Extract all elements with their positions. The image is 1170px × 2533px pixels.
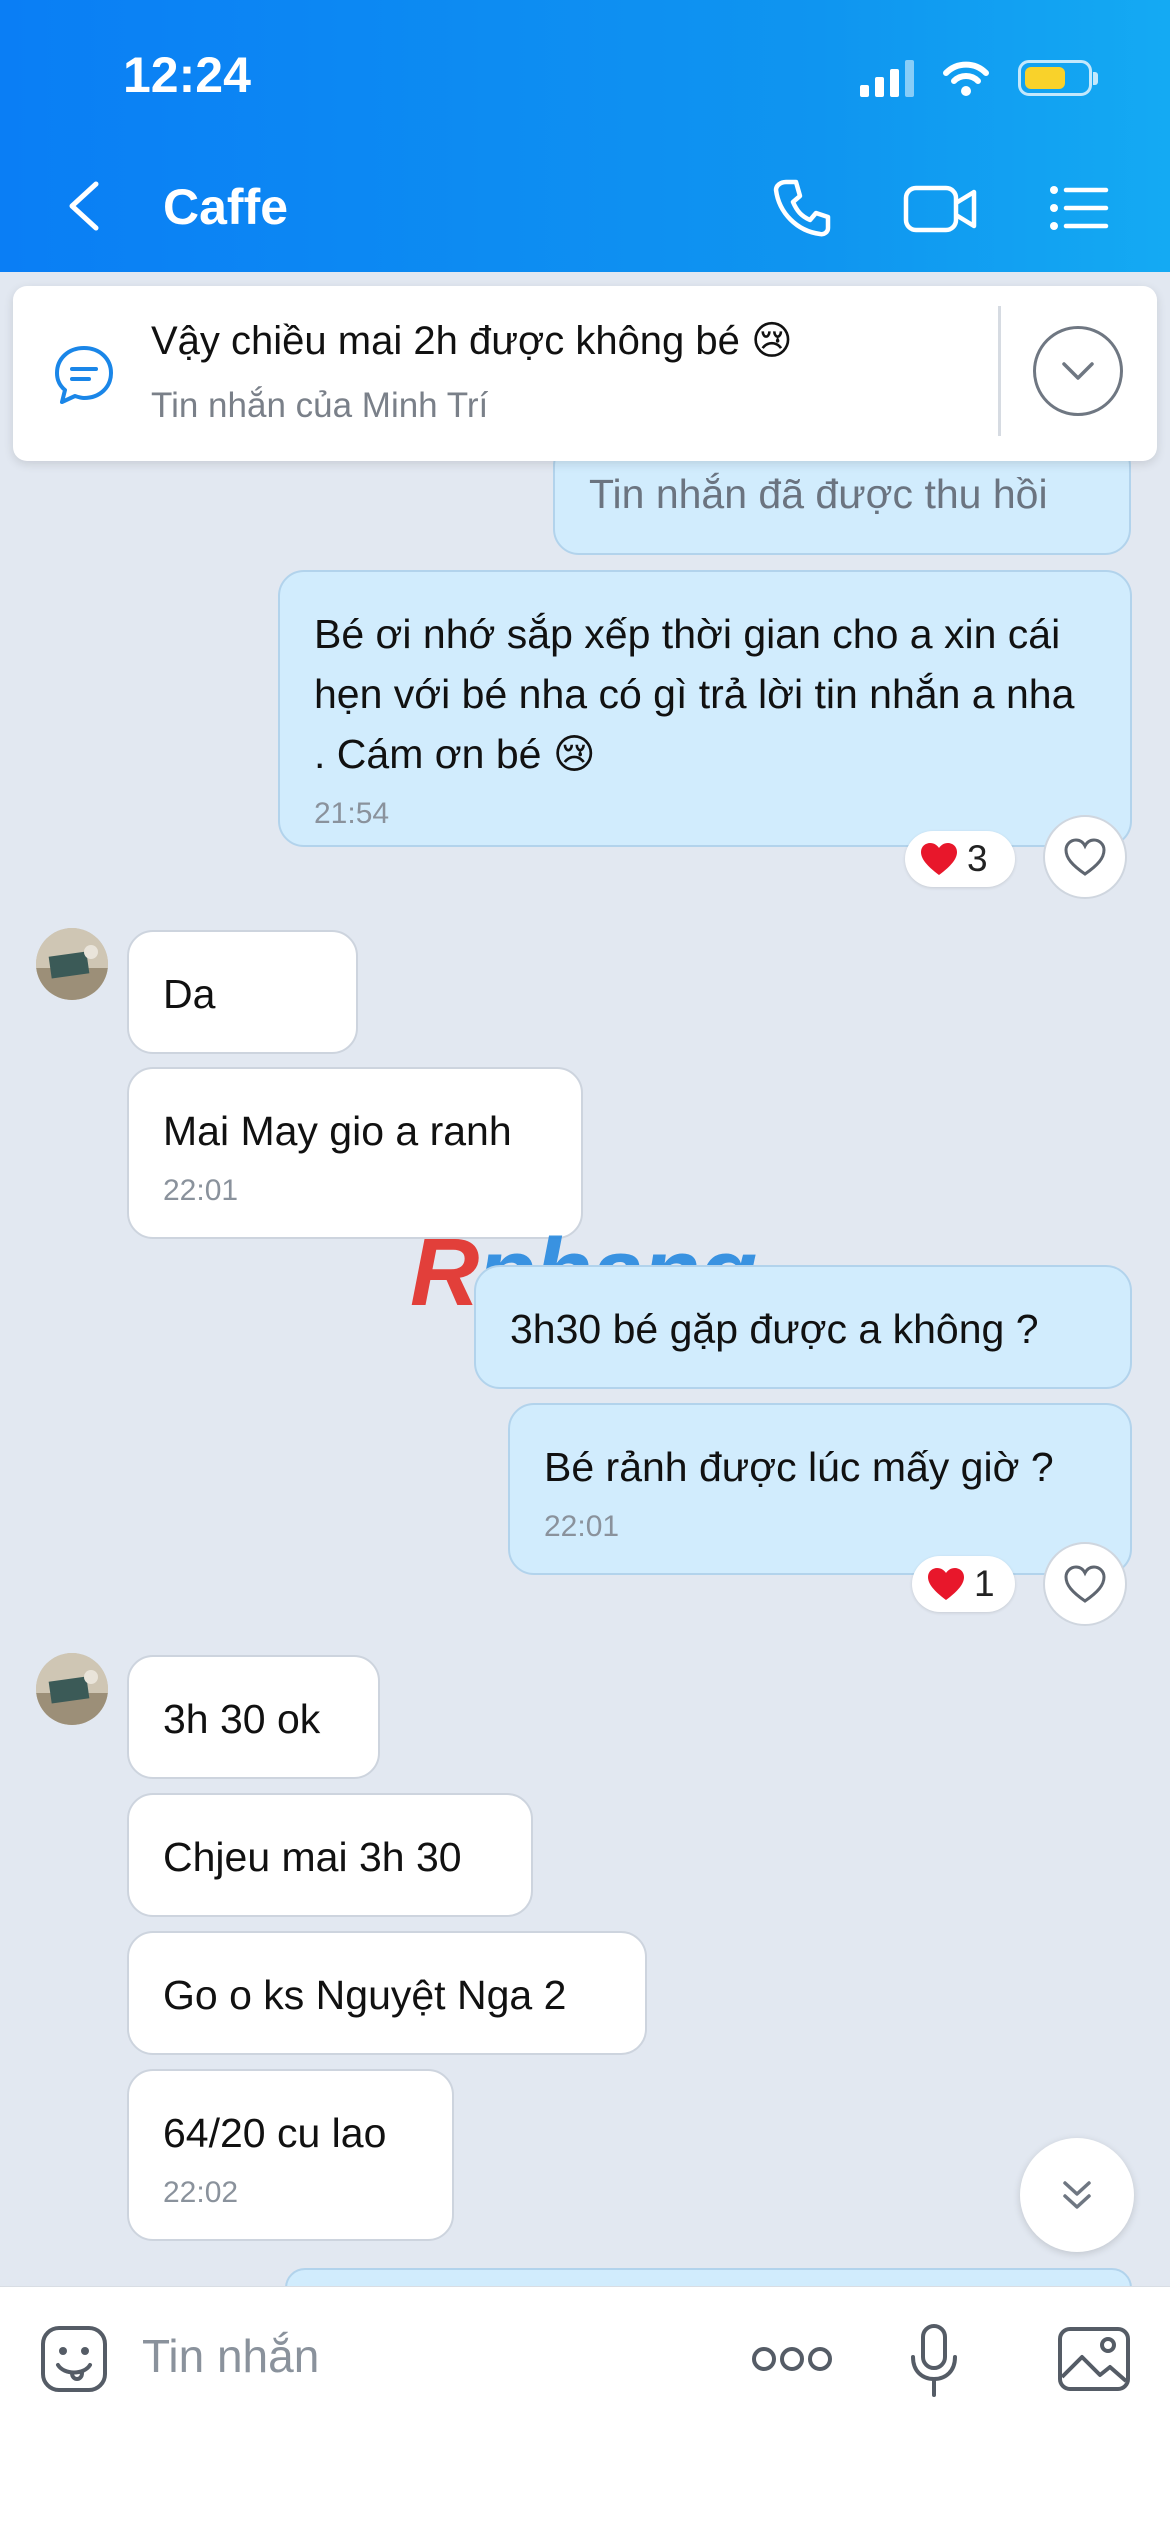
- heart-icon: [1064, 838, 1106, 876]
- microphone-icon[interactable]: [908, 2323, 960, 2399]
- message-text: 3h30 bé gặp được a không ?: [510, 1306, 1039, 1352]
- avatar-image: [36, 928, 108, 1000]
- divider: [998, 306, 1001, 436]
- status-time: 12:24: [123, 47, 251, 103]
- pinned-message-banner[interactable]: Vậy chiều mai 2h được không bé 😢 Tin nhắ…: [13, 286, 1157, 461]
- message-time: 22:01: [163, 1174, 239, 1207]
- message-incoming[interactable]: 64/20 cu lao 22:02: [127, 2069, 454, 2241]
- signal-icon: [860, 59, 914, 97]
- reaction-count: 3: [967, 838, 988, 879]
- collapse-button[interactable]: [1033, 326, 1123, 416]
- phone-icon[interactable]: [770, 176, 834, 240]
- chat-title[interactable]: Caffe: [163, 178, 288, 236]
- message-text: 64/20 cu lao: [163, 2110, 387, 2156]
- pinned-message-text: Vậy chiều mai 2h được không bé 😢: [151, 319, 793, 363]
- wifi-icon: [943, 61, 989, 96]
- heart-icon: [921, 843, 957, 875]
- message-text: Tin nhắn đã được thu hồi: [589, 471, 1048, 517]
- reaction-badge[interactable]: 1: [912, 1556, 1015, 1612]
- message-incoming[interactable]: Da: [127, 930, 358, 1054]
- composer-bar: Tin nhắn: [0, 2286, 1170, 2533]
- avatar-image: [36, 1653, 108, 1725]
- message-incoming[interactable]: 3h 30 ok: [127, 1655, 380, 1779]
- image-icon[interactable]: [1056, 2323, 1132, 2395]
- avatar[interactable]: [36, 1653, 108, 1725]
- react-button[interactable]: [1043, 1542, 1127, 1626]
- message-text: Mai May gio a ranh: [163, 1108, 512, 1154]
- pinned-message-sender: Tin nhắn của Minh Trí: [151, 386, 489, 425]
- reaction-count: 1: [974, 1563, 995, 1604]
- avatar[interactable]: [36, 928, 108, 1000]
- message-text: Go o ks Nguyệt Nga 2: [163, 1972, 567, 2018]
- double-chevron-down-icon: [1063, 2181, 1091, 2209]
- sticker-icon[interactable]: [38, 2323, 110, 2395]
- heart-icon: [1064, 1565, 1106, 1603]
- message-outgoing[interactable]: Bé rảnh được lúc mấy giờ ? 22:01: [508, 1403, 1132, 1575]
- list-icon[interactable]: [1048, 176, 1110, 240]
- video-camera-icon[interactable]: [902, 176, 980, 240]
- battery-icon: [1018, 60, 1098, 96]
- heart-icon: [928, 1568, 964, 1600]
- chat-bubble-icon: [55, 346, 113, 404]
- message-text: 3h 30 ok: [163, 1696, 321, 1742]
- message-text: Bé ơi nhớ sắp xếp thời gian cho a xin cá…: [314, 611, 1075, 777]
- message-incoming[interactable]: Chjeu mai 3h 30: [127, 1793, 533, 1917]
- message-text: Chjeu mai 3h 30: [163, 1834, 462, 1880]
- header: 12:24 Caffe: [0, 0, 1170, 272]
- more-dots-icon[interactable]: [750, 2323, 834, 2395]
- message-outgoing[interactable]: 3h30 bé gặp được a không ?: [474, 1265, 1132, 1389]
- status-icons: [860, 52, 1098, 104]
- back-button[interactable]: [60, 178, 110, 234]
- message-time: 22:02: [163, 2176, 239, 2209]
- message-outgoing[interactable]: Bé ơi nhớ sắp xếp thời gian cho a xin cá…: [278, 570, 1132, 847]
- chevron-down-icon: [1062, 362, 1094, 380]
- react-button[interactable]: [1043, 815, 1127, 899]
- reaction-badge[interactable]: 3: [905, 831, 1015, 887]
- message-incoming[interactable]: Mai May gio a ranh 22:01: [127, 1067, 583, 1239]
- message-text: Da: [163, 971, 216, 1017]
- message-incoming[interactable]: Go o ks Nguyệt Nga 2: [127, 1931, 647, 2055]
- message-text: Bé rảnh được lúc mấy giờ ?: [544, 1444, 1054, 1490]
- message-time: 22:01: [544, 1510, 620, 1543]
- message-input[interactable]: Tin nhắn: [142, 2329, 319, 2383]
- message-time: 21:54: [314, 797, 390, 830]
- watermark-letter: R: [410, 1219, 479, 1326]
- scroll-to-bottom-button[interactable]: [1020, 2138, 1134, 2252]
